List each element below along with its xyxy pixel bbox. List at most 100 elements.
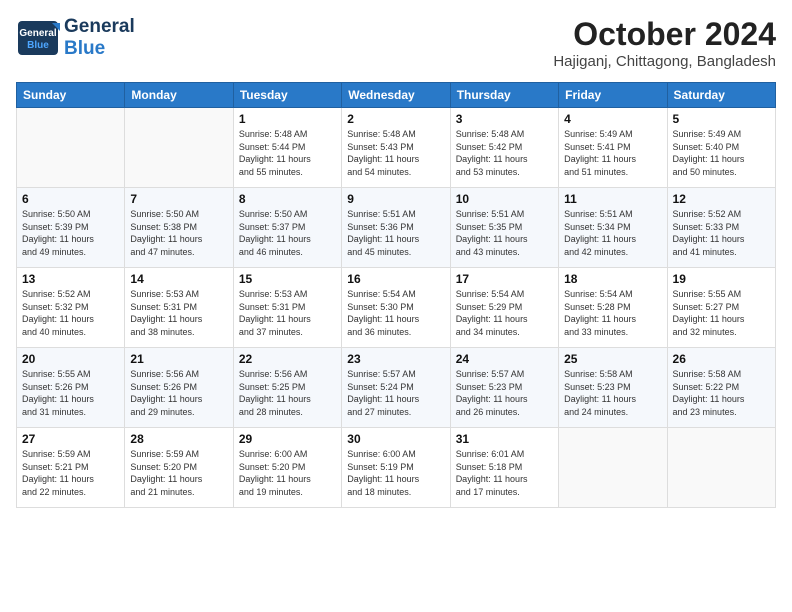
day-info: Sunrise: 6:00 AM Sunset: 5:20 PM Dayligh… (239, 448, 336, 498)
day-info: Sunrise: 5:51 AM Sunset: 5:35 PM Dayligh… (456, 208, 553, 258)
calendar-cell: 18 Sunrise: 5:54 AM Sunset: 5:28 PM Dayli… (559, 268, 667, 348)
calendar-cell: 24 Sunrise: 5:57 AM Sunset: 5:23 PM Dayli… (450, 348, 558, 428)
calendar-cell: 7 Sunrise: 5:50 AM Sunset: 5:38 PM Daylig… (125, 188, 233, 268)
calendar-cell: 1 Sunrise: 5:48 AM Sunset: 5:44 PM Daylig… (233, 108, 341, 188)
calendar-cell: 25 Sunrise: 5:58 AM Sunset: 5:23 PM Dayli… (559, 348, 667, 428)
calendar-cell: 2Sunrise: 5:48 AM Sunset: 5:43 PM Daylig… (342, 108, 450, 188)
calendar-cell: 14 Sunrise: 5:53 AM Sunset: 5:31 PM Dayli… (125, 268, 233, 348)
day-info: Sunrise: 5:57 AM Sunset: 5:23 PM Dayligh… (456, 368, 553, 418)
day-info: Sunrise: 6:00 AM Sunset: 5:19 PM Dayligh… (347, 448, 444, 498)
day-info: Sunrise: 5:53 AM Sunset: 5:31 PM Dayligh… (239, 288, 336, 338)
day-number: 8 (239, 192, 336, 206)
day-number: 14 (130, 272, 227, 286)
calendar-cell: 21Sunrise: 5:56 AM Sunset: 5:26 PM Dayli… (125, 348, 233, 428)
calendar-cell: 17Sunrise: 5:54 AM Sunset: 5:29 PM Dayli… (450, 268, 558, 348)
calendar-table: SundayMondayTuesdayWednesdayThursdayFrid… (16, 82, 776, 508)
calendar-cell: 28Sunrise: 5:59 AM Sunset: 5:20 PM Dayli… (125, 428, 233, 508)
page-header: General Blue General Blue October 2024 H… (16, 16, 776, 70)
day-number: 19 (673, 272, 770, 286)
day-number: 16 (347, 272, 444, 286)
day-number: 9 (347, 192, 444, 206)
logo-blue: Blue (64, 38, 135, 60)
day-number: 27 (22, 432, 119, 446)
weekday-header-sunday: Sunday (17, 83, 125, 108)
calendar-cell: 9 Sunrise: 5:51 AM Sunset: 5:36 PM Daylig… (342, 188, 450, 268)
calendar-cell (667, 428, 775, 508)
calendar-week-row: 27 Sunrise: 5:59 AM Sunset: 5:21 PM Dayli… (17, 428, 776, 508)
weekday-header-tuesday: Tuesday (233, 83, 341, 108)
svg-text:General: General (19, 28, 56, 39)
day-info: Sunrise: 5:52 AM Sunset: 5:33 PM Dayligh… (673, 208, 770, 258)
calendar-header-row: SundayMondayTuesdayWednesdayThursdayFrid… (17, 83, 776, 108)
day-info: Sunrise: 5:58 AM Sunset: 5:22 PM Dayligh… (673, 368, 770, 418)
day-number: 28 (130, 432, 227, 446)
day-number: 7 (130, 192, 227, 206)
day-info: Sunrise: 5:56 AM Sunset: 5:26 PM Dayligh… (130, 368, 227, 418)
day-info: Sunrise: 5:59 AM Sunset: 5:21 PM Dayligh… (22, 448, 119, 498)
day-number: 18 (564, 272, 661, 286)
day-info: Sunrise: 5:55 AM Sunset: 5:26 PM Dayligh… (22, 368, 119, 418)
day-number: 30 (347, 432, 444, 446)
calendar-week-row: 20 Sunrise: 5:55 AM Sunset: 5:26 PM Dayli… (17, 348, 776, 428)
svg-text:Blue: Blue (27, 40, 49, 51)
calendar-cell: 10 Sunrise: 5:51 AM Sunset: 5:35 PM Dayli… (450, 188, 558, 268)
day-info: Sunrise: 5:49 AM Sunset: 5:40 PM Dayligh… (673, 128, 770, 178)
day-info: Sunrise: 6:01 AM Sunset: 5:18 PM Dayligh… (456, 448, 553, 498)
day-info: Sunrise: 5:54 AM Sunset: 5:30 PM Dayligh… (347, 288, 444, 338)
day-number: 1 (239, 112, 336, 126)
calendar-week-row: 1 Sunrise: 5:48 AM Sunset: 5:44 PM Daylig… (17, 108, 776, 188)
day-number: 11 (564, 192, 661, 206)
weekday-header-wednesday: Wednesday (342, 83, 450, 108)
day-info: Sunrise: 5:49 AM Sunset: 5:41 PM Dayligh… (564, 128, 661, 178)
calendar-cell: 29 Sunrise: 6:00 AM Sunset: 5:20 PM Dayli… (233, 428, 341, 508)
calendar-cell: 23 Sunrise: 5:57 AM Sunset: 5:24 PM Dayli… (342, 348, 450, 428)
calendar-cell: 27 Sunrise: 5:59 AM Sunset: 5:21 PM Dayli… (17, 428, 125, 508)
day-number: 29 (239, 432, 336, 446)
day-info: Sunrise: 5:54 AM Sunset: 5:28 PM Dayligh… (564, 288, 661, 338)
location: Hajiganj, Chittagong, Bangladesh (553, 53, 776, 70)
title-section: October 2024 Hajiganj, Chittagong, Bangl… (553, 16, 776, 70)
logo-icon: General Blue (16, 19, 60, 57)
day-info: Sunrise: 5:52 AM Sunset: 5:32 PM Dayligh… (22, 288, 119, 338)
calendar-cell: 11 Sunrise: 5:51 AM Sunset: 5:34 PM Dayli… (559, 188, 667, 268)
calendar-cell: 5Sunrise: 5:49 AM Sunset: 5:40 PM Daylig… (667, 108, 775, 188)
calendar-cell: 4Sunrise: 5:49 AM Sunset: 5:41 PM Daylig… (559, 108, 667, 188)
day-number: 15 (239, 272, 336, 286)
day-number: 25 (564, 352, 661, 366)
calendar-cell: 12Sunrise: 5:52 AM Sunset: 5:33 PM Dayli… (667, 188, 775, 268)
calendar-cell: 8 Sunrise: 5:50 AM Sunset: 5:37 PM Daylig… (233, 188, 341, 268)
weekday-header-saturday: Saturday (667, 83, 775, 108)
day-info: Sunrise: 5:50 AM Sunset: 5:37 PM Dayligh… (239, 208, 336, 258)
day-number: 23 (347, 352, 444, 366)
logo-general: General (64, 16, 135, 38)
day-number: 3 (456, 112, 553, 126)
calendar-cell: 16 Sunrise: 5:54 AM Sunset: 5:30 PM Dayli… (342, 268, 450, 348)
weekday-header-thursday: Thursday (450, 83, 558, 108)
day-number: 31 (456, 432, 553, 446)
day-number: 22 (239, 352, 336, 366)
day-info: Sunrise: 5:48 AM Sunset: 5:44 PM Dayligh… (239, 128, 336, 178)
day-info: Sunrise: 5:53 AM Sunset: 5:31 PM Dayligh… (130, 288, 227, 338)
calendar-cell (125, 108, 233, 188)
logo: General Blue General Blue (16, 16, 135, 60)
calendar-cell: 6Sunrise: 5:50 AM Sunset: 5:39 PM Daylig… (17, 188, 125, 268)
calendar-cell: 22Sunrise: 5:56 AM Sunset: 5:25 PM Dayli… (233, 348, 341, 428)
calendar-cell: 26Sunrise: 5:58 AM Sunset: 5:22 PM Dayli… (667, 348, 775, 428)
day-number: 17 (456, 272, 553, 286)
day-number: 20 (22, 352, 119, 366)
day-info: Sunrise: 5:58 AM Sunset: 5:23 PM Dayligh… (564, 368, 661, 418)
calendar-cell: 31 Sunrise: 6:01 AM Sunset: 5:18 PM Dayli… (450, 428, 558, 508)
calendar-week-row: 13 Sunrise: 5:52 AM Sunset: 5:32 PM Dayli… (17, 268, 776, 348)
day-info: Sunrise: 5:50 AM Sunset: 5:38 PM Dayligh… (130, 208, 227, 258)
day-number: 13 (22, 272, 119, 286)
calendar-week-row: 6Sunrise: 5:50 AM Sunset: 5:39 PM Daylig… (17, 188, 776, 268)
calendar-cell: 30 Sunrise: 6:00 AM Sunset: 5:19 PM Dayli… (342, 428, 450, 508)
day-number: 6 (22, 192, 119, 206)
day-number: 24 (456, 352, 553, 366)
day-info: Sunrise: 5:51 AM Sunset: 5:36 PM Dayligh… (347, 208, 444, 258)
day-info: Sunrise: 5:57 AM Sunset: 5:24 PM Dayligh… (347, 368, 444, 418)
day-number: 2 (347, 112, 444, 126)
calendar-cell (17, 108, 125, 188)
day-number: 10 (456, 192, 553, 206)
day-info: Sunrise: 5:51 AM Sunset: 5:34 PM Dayligh… (564, 208, 661, 258)
